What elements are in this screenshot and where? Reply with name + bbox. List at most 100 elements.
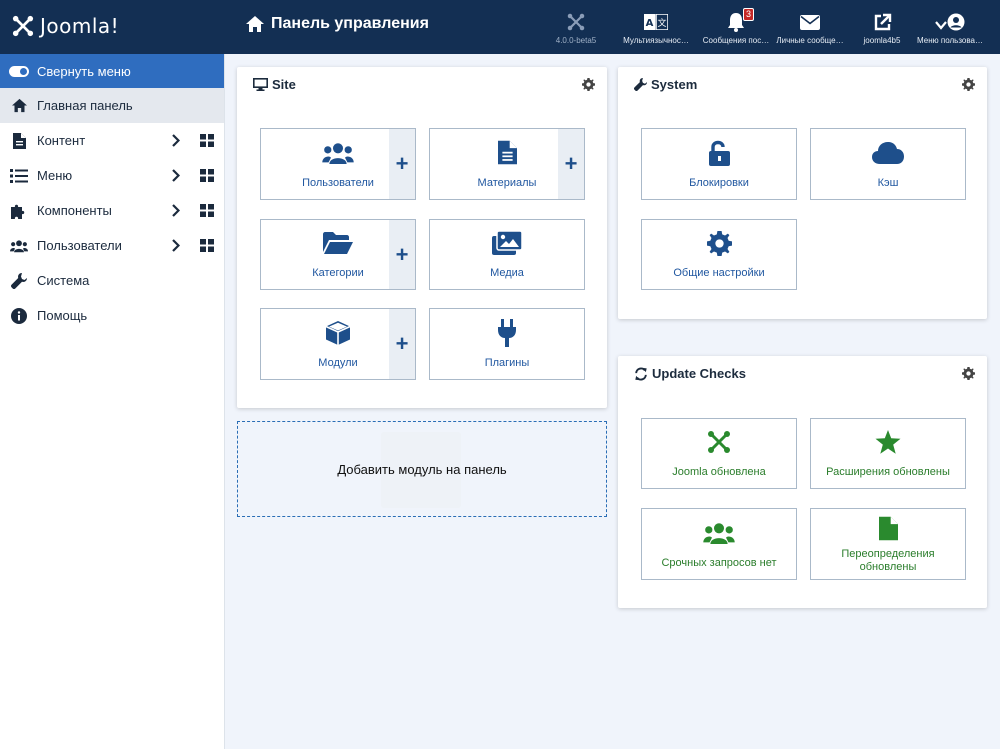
plug-icon bbox=[498, 318, 516, 347]
tile-label: Joomla обновлена bbox=[672, 466, 766, 478]
version-label: 4.0.0-beta5 bbox=[555, 36, 597, 45]
view-site-label: joomla4b5 bbox=[863, 36, 901, 45]
privacy-requests-tile[interactable]: Срочных запросов нет bbox=[641, 508, 797, 580]
extensions-updated-tile[interactable]: Расширения обновлены bbox=[810, 418, 966, 489]
media-tile[interactable]: Медиа bbox=[429, 219, 585, 290]
desktop-icon bbox=[253, 78, 268, 91]
sidebar-item-label: Компоненты bbox=[37, 203, 112, 218]
home-icon bbox=[246, 16, 264, 32]
tile-label: Модули bbox=[318, 356, 358, 369]
chevron-right-icon[interactable] bbox=[172, 169, 180, 182]
dashboard-grid-icon[interactable] bbox=[200, 134, 214, 147]
articles-tile[interactable]: Материалы + bbox=[429, 128, 585, 200]
messages-badge: 3 bbox=[743, 8, 755, 21]
svg-text:A: A bbox=[646, 18, 654, 29]
modules-tile[interactable]: Модули + bbox=[260, 308, 416, 380]
tile-label: Плагины bbox=[484, 356, 530, 369]
chevron-down-icon bbox=[935, 20, 947, 30]
view-site-button[interactable]: joomla4b5 bbox=[844, 11, 920, 45]
chevron-right-icon[interactable] bbox=[172, 239, 180, 252]
tile-label: Переопределения обновлены bbox=[841, 548, 935, 573]
post-install-messages-label: Сообщения пос… bbox=[702, 36, 770, 45]
tile-label: Расширения обновлены bbox=[826, 466, 950, 478]
unlock-icon bbox=[708, 140, 730, 166]
chevron-right-icon[interactable] bbox=[172, 134, 180, 147]
add-module-button[interactable]: + bbox=[389, 309, 415, 379]
site-title-text: Site bbox=[272, 77, 296, 92]
sidebar-item-content[interactable]: Контент bbox=[0, 123, 224, 158]
file-icon bbox=[12, 132, 26, 149]
wrench-icon bbox=[634, 78, 647, 91]
multilingual-button[interactable]: A文 Мультиязычнос… bbox=[618, 11, 694, 45]
joomla-icon bbox=[567, 13, 585, 31]
tile-label: Пользователи bbox=[302, 176, 374, 189]
gear-icon[interactable] bbox=[962, 78, 975, 91]
sidebar-item-menus[interactable]: Меню bbox=[0, 158, 224, 193]
dashboard-grid-icon[interactable] bbox=[200, 169, 214, 182]
collapse-menu-toggle[interactable]: Свернуть меню bbox=[0, 54, 224, 88]
site-panel-title: Site bbox=[253, 77, 296, 92]
joomla-updated-tile[interactable]: Joomla обновлена bbox=[641, 418, 797, 489]
cloud-icon bbox=[872, 141, 904, 164]
info-icon bbox=[11, 307, 27, 324]
add-module-label: Добавить модуль на панель bbox=[337, 461, 507, 477]
puzzle-icon bbox=[10, 204, 24, 219]
top-header: Joomla! Панель управления 4.0.0-beta5 A文… bbox=[0, 0, 1000, 54]
dashboard-grid-icon[interactable] bbox=[200, 239, 214, 252]
sidebar-item-label: Система bbox=[37, 273, 90, 288]
add-module-to-dashboard[interactable]: Добавить модуль на панель bbox=[237, 421, 607, 517]
wrench-icon bbox=[11, 272, 27, 289]
global-configuration-tile[interactable]: Общие настройки bbox=[641, 219, 797, 290]
categories-tile[interactable]: Категории + bbox=[260, 219, 416, 290]
gear-icon[interactable] bbox=[582, 78, 595, 91]
home-icon bbox=[11, 98, 27, 113]
tile-label: Материалы bbox=[477, 176, 537, 189]
system-panel-title: System bbox=[634, 77, 697, 92]
add-user-button[interactable]: + bbox=[389, 129, 415, 199]
post-install-messages-button[interactable]: 3 Сообщения пос… bbox=[698, 8, 774, 45]
page-title-text: Панель управления bbox=[271, 15, 429, 32]
version-button[interactable]: 4.0.0-beta5 bbox=[538, 11, 614, 45]
tile-label: Кэш bbox=[877, 176, 899, 189]
toggle-switch-icon bbox=[9, 65, 29, 77]
language-icon: A文 bbox=[644, 14, 668, 30]
external-link-icon bbox=[874, 13, 891, 30]
add-article-button[interactable]: + bbox=[558, 129, 584, 199]
cache-tile[interactable]: Кэш bbox=[810, 128, 966, 200]
users-tile[interactable]: Пользователи + bbox=[260, 128, 416, 200]
joomla-icon bbox=[708, 431, 730, 453]
user-menu-button[interactable]: Меню пользова… bbox=[912, 11, 988, 45]
add-category-button[interactable]: + bbox=[389, 220, 415, 289]
dashboard-grid-icon[interactable] bbox=[200, 204, 214, 217]
sidebar-item-label: Помощь bbox=[37, 308, 88, 323]
joomla-logo[interactable]: Joomla! bbox=[12, 14, 119, 38]
update-checks-title-text: Update Checks bbox=[652, 366, 746, 381]
sidebar-item-components[interactable]: Компоненты bbox=[0, 193, 224, 228]
sidebar-item-label: Контент bbox=[37, 133, 86, 148]
images-icon bbox=[492, 231, 522, 255]
tile-label: Категории bbox=[312, 267, 364, 279]
file-icon bbox=[878, 516, 898, 540]
sidebar-item-users[interactable]: Пользователи bbox=[0, 228, 224, 263]
gear-icon bbox=[706, 230, 732, 256]
tile-label: Блокировки bbox=[689, 176, 749, 189]
private-messages-label: Личные сообще… bbox=[776, 36, 844, 45]
multilingual-label: Мультиязычнос… bbox=[623, 36, 689, 45]
plugins-tile[interactable]: Плагины bbox=[429, 308, 585, 380]
sidebar-item-dashboard[interactable]: Главная панель bbox=[0, 88, 224, 123]
cube-icon bbox=[325, 320, 351, 345]
list-icon bbox=[10, 168, 28, 183]
envelope-icon bbox=[800, 14, 820, 30]
sidebar-item-label: Главная панель bbox=[37, 98, 133, 113]
users-icon bbox=[703, 522, 735, 544]
sidebar-item-help[interactable]: Помощь bbox=[0, 298, 224, 333]
chevron-right-icon[interactable] bbox=[172, 204, 180, 217]
sidebar-item-system[interactable]: Система bbox=[0, 263, 224, 298]
collapse-menu-label: Свернуть меню bbox=[37, 63, 131, 79]
checkin-tile[interactable]: Блокировки bbox=[641, 128, 797, 200]
gear-icon[interactable] bbox=[962, 367, 975, 380]
overrides-updated-tile[interactable]: Переопределения обновлены bbox=[810, 508, 966, 580]
page-title: Панель управления bbox=[245, 15, 429, 33]
folder-open-icon bbox=[323, 232, 353, 254]
private-messages-button[interactable]: Личные сообще… bbox=[772, 11, 848, 45]
